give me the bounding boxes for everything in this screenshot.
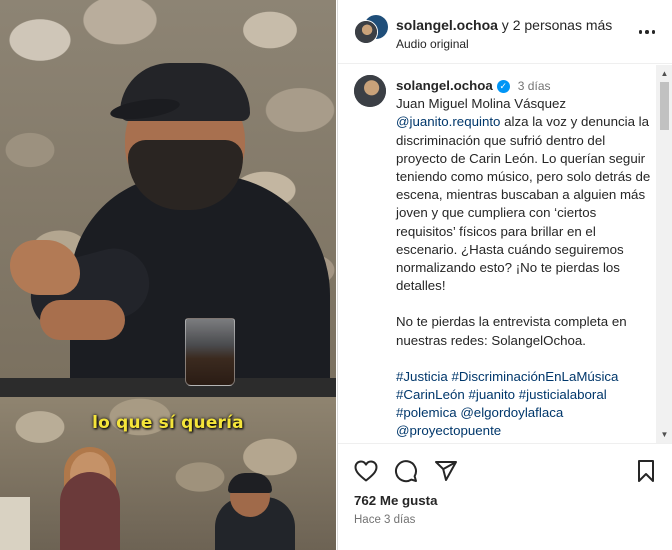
scroll-down-arrow-icon[interactable]: ▼	[656, 426, 672, 443]
comments-section[interactable]: solangel.ochoa ✓ 3 días Juan Miguel Moli…	[338, 65, 672, 443]
caption-time[interactable]: 3 días	[518, 77, 551, 95]
author-avatar[interactable]	[354, 20, 378, 44]
lamp	[0, 497, 30, 550]
hashtag-link[interactable]: #DiscriminaciónEnLaMúsica	[451, 369, 618, 384]
post-header: solangel.ochoa y 2 personas más Audio or…	[338, 0, 672, 64]
more-options-button[interactable]	[635, 22, 659, 42]
video-subtitle: lo que sí quería	[92, 413, 244, 433]
likes-count[interactable]: 762 Me gusta	[354, 493, 438, 508]
comment-button[interactable]	[393, 458, 419, 484]
comment-icon	[395, 460, 417, 483]
save-button[interactable]	[633, 458, 659, 484]
verified-badge-icon: ✓	[496, 79, 510, 93]
comments-scrollbar[interactable]: ▲ ▼	[656, 65, 672, 443]
interviewee-cap-wide	[228, 473, 272, 493]
action-bar: 762 Me gusta Hace 3 días	[338, 443, 672, 550]
header-authors: solangel.ochoa y 2 personas más	[396, 17, 612, 33]
caption-author-avatar[interactable]	[354, 75, 386, 107]
post-timestamp[interactable]: Hace 3 días	[354, 514, 415, 526]
table	[0, 378, 336, 397]
hashtag-link[interactable]: #justicialaboral	[519, 387, 607, 402]
mention-link[interactable]: @juanito.requinto	[396, 114, 500, 129]
post-media[interactable]: lo que sí quería	[0, 0, 336, 550]
mention-link[interactable]: @elgordoylaflaca	[460, 405, 563, 420]
header-collaborators-link[interactable]: y 2 personas más	[498, 17, 613, 33]
bookmark-icon	[638, 460, 654, 482]
hashtag-list: #Justicia #DiscriminaciónEnLaMúsica #Car…	[396, 368, 651, 441]
hashtag-link[interactable]: #Justicia	[396, 369, 448, 384]
post-details-panel: solangel.ochoa y 2 personas más Audio or…	[337, 0, 672, 550]
caption-paragraph-2: No te pierdas la entrevista completa en …	[396, 314, 627, 348]
caption-text-start: Juan Miguel Molina Vásquez	[396, 96, 567, 112]
caption-text-body: alza la voz y denuncia la discriminación…	[396, 114, 651, 294]
interviewee-hand-lower	[40, 300, 125, 340]
caption-header: solangel.ochoa ✓ 3 días	[396, 77, 651, 95]
heart-icon	[354, 460, 378, 482]
more-icon	[638, 30, 643, 34]
caption-username-link[interactable]: solangel.ochoa	[396, 77, 493, 95]
scroll-up-arrow-icon[interactable]: ▲	[656, 65, 672, 82]
hashtag-link[interactable]: #CarinLeón	[396, 387, 465, 402]
share-icon	[435, 461, 457, 481]
hashtag-link[interactable]: #juanito	[468, 387, 515, 402]
video-frame-top	[0, 0, 336, 397]
audio-link[interactable]: Audio original	[396, 37, 469, 51]
header-username-link[interactable]: solangel.ochoa	[396, 17, 498, 33]
share-button[interactable]	[433, 458, 459, 484]
caption-text: Juan Miguel Molina Vásquez @juanito.requ…	[396, 95, 651, 295]
drink-glass	[185, 318, 235, 386]
hashtag-link[interactable]: #polemica	[396, 405, 457, 420]
interviewer-body	[60, 472, 120, 550]
mention-link[interactable]: @proyectopuente	[396, 423, 501, 438]
caption: solangel.ochoa ✓ 3 días Juan Miguel Moli…	[396, 77, 651, 441]
scrollbar-thumb[interactable]	[660, 82, 669, 130]
like-button[interactable]	[353, 458, 379, 484]
